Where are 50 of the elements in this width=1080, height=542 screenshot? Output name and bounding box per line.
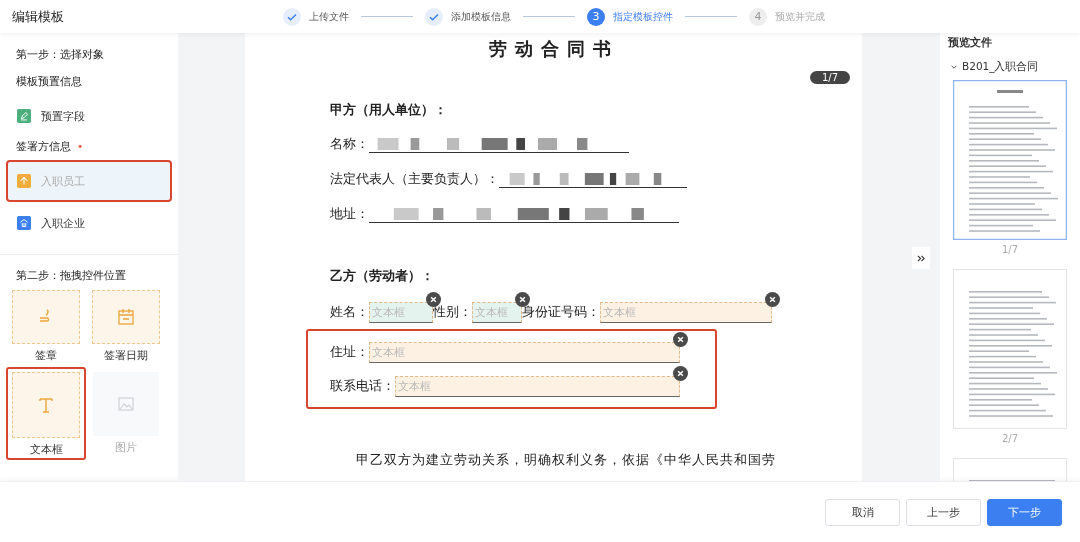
file-tree-item[interactable]: B201_入职合同 <box>950 60 1072 74</box>
list-item[interactable]: 入职企业 <box>6 206 172 240</box>
chevron-icon <box>950 63 958 71</box>
section-heading: 乙方（劳动者）： <box>330 267 435 285</box>
text-box-field[interactable]: 文本框 <box>369 301 433 323</box>
next-button[interactable]: 下一步 <box>987 498 1062 526</box>
step-label: 指定模板控件 <box>613 9 673 24</box>
close-icon[interactable] <box>765 291 780 307</box>
section-title: 第二步：拖拽控件位置 <box>16 269 127 283</box>
expand-button[interactable] <box>912 247 930 269</box>
page-number: 2/7 <box>1001 433 1019 444</box>
field-label: 身份证号码： <box>522 303 600 321</box>
close-icon[interactable] <box>426 291 441 307</box>
required-mark: • <box>77 140 84 154</box>
text-box-field[interactable]: 文本框 <box>395 375 680 397</box>
text-box-field[interactable]: 文本框 <box>472 301 522 323</box>
paragraph: 甲乙双方为建立劳动关系，明确权利义务，依据《中华人民共和国劳 <box>355 451 777 469</box>
page-title: 编辑模板 <box>11 7 65 26</box>
page-number: 1/7 <box>1001 244 1019 255</box>
text-box-field[interactable]: 文本框 <box>600 301 772 323</box>
field-label: 性别： <box>433 303 472 321</box>
step-number: 3 <box>587 7 605 26</box>
secondary-button[interactable]: 取消 <box>825 498 900 526</box>
close-icon[interactable] <box>673 365 688 381</box>
field-label: 住址： <box>330 343 369 361</box>
step-label: 上传文件 <box>309 9 349 24</box>
section-heading: 甲方（用人单位）： <box>330 101 448 119</box>
text-box-field[interactable]: 文本框 <box>369 341 680 363</box>
section-title: 签署方信息 <box>16 140 71 154</box>
close-icon[interactable] <box>515 291 530 307</box>
section-title: 第一步：选择对象 <box>16 48 105 62</box>
field-label: 地址： <box>330 205 369 223</box>
double-chevron-icon <box>916 253 926 263</box>
panel-title: 预览文件 <box>948 35 993 50</box>
step-number: 4 <box>749 7 767 26</box>
step-label: 添加模板信息 <box>451 9 511 24</box>
step-label: 预览并完成 <box>775 9 825 24</box>
list-item[interactable]: 预置字段 <box>6 99 172 133</box>
control-item[interactable]: 文本框 <box>6 366 86 461</box>
field-label: 法定代表人（主要负责人）： <box>330 170 499 188</box>
page-badge: 1/7 <box>809 71 850 84</box>
calendar-icon <box>116 307 136 327</box>
secondary-button[interactable]: 上一步 <box>906 498 981 526</box>
field-label: 名称： <box>330 135 369 153</box>
field-label: 姓名： <box>330 303 369 321</box>
page-thumbnail[interactable] <box>953 80 1067 240</box>
document-title: 劳动合同书 <box>487 37 620 61</box>
section-title: 模板预置信息 <box>16 75 83 89</box>
close-icon[interactable] <box>673 331 688 347</box>
field-label: 联系电话： <box>330 377 395 395</box>
